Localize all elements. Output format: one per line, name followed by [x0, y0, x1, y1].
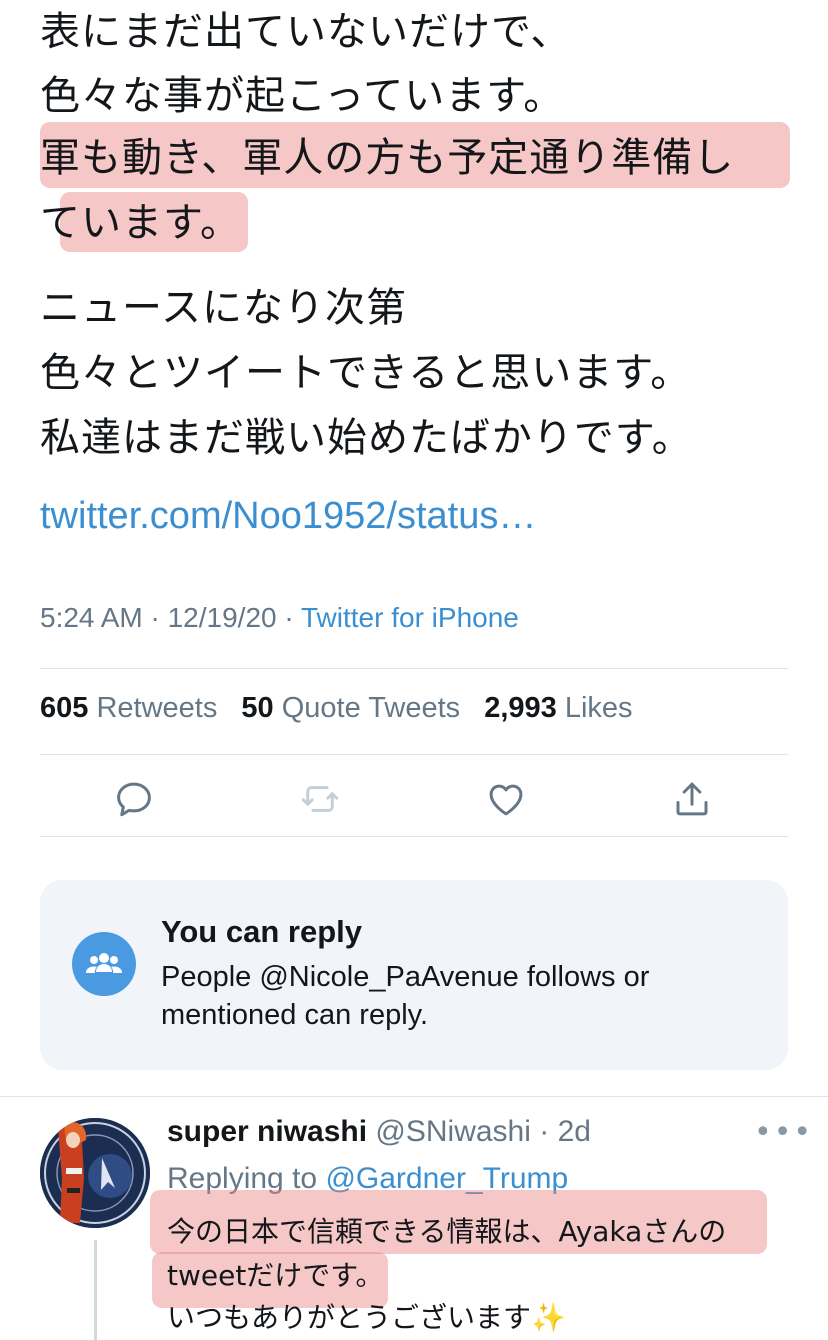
reply-notice-title: You can reply: [161, 914, 362, 949]
reply-notice-body: People @Nicole_PaAvenue follows or menti…: [161, 961, 650, 1031]
heart-icon[interactable]: [485, 778, 527, 820]
reply-line: tweetだけです。: [167, 1259, 384, 1292]
tweet-link[interactable]: twitter.com/Noo1952/status…: [40, 495, 536, 538]
people-icon: [72, 932, 136, 996]
tweet-line: ています。: [40, 200, 241, 246]
reply-separator: ·: [530, 1115, 558, 1148]
tweet-meta: 5:24 AM · 12/19/20 · Twitter for iPhone: [40, 602, 519, 634]
likes-stat[interactable]: 2,993 Likes: [484, 692, 632, 724]
tweet-line: 色々な事が起こっています。: [40, 73, 565, 119]
tweet-line: 色々とツイートできると思います。: [40, 350, 692, 396]
divider: [0, 1096, 828, 1097]
reply-notice-card: You can reply People @Nicole_PaAvenue fo…: [40, 880, 788, 1070]
reply-age: 2d: [557, 1115, 591, 1148]
comment-icon[interactable]: [113, 778, 155, 820]
share-icon[interactable]: [671, 778, 713, 820]
tweet-time: 5:24 AM · 12/19/20 ·: [40, 602, 301, 633]
tweet-line: ニュースになり次第: [40, 285, 407, 331]
more-icon[interactable]: •••: [754, 1115, 813, 1150]
reply-author-name[interactable]: super niwashi: [167, 1115, 367, 1148]
reply-line: いつもありがとうございます✨: [167, 1301, 566, 1334]
divider: [40, 754, 788, 755]
tweet-actions: [0, 778, 828, 824]
tweet-line: 表にまだ出ていないだけで、: [40, 9, 572, 55]
reply-author-handle[interactable]: @SNiwashi: [375, 1115, 531, 1148]
reply-line: 今の日本で信頼できる情報は、Ayakaさんの: [167, 1215, 727, 1248]
tweet-stats: 605 Retweets 50 Quote Tweets 2,993 Likes: [40, 692, 633, 725]
quotes-stat[interactable]: 50 Quote Tweets: [241, 692, 460, 724]
thread-line: [94, 1240, 97, 1340]
divider: [40, 836, 788, 837]
tweet-line: 軍も動き、軍人の方も予定通り準備し: [40, 135, 735, 181]
retweets-stat[interactable]: 605 Retweets: [40, 692, 217, 724]
avatar[interactable]: [40, 1118, 150, 1228]
reply-header: super niwashi @SNiwashi · 2d: [167, 1115, 591, 1149]
retweet-icon: [299, 778, 341, 820]
divider: [40, 668, 788, 669]
tweet-source[interactable]: Twitter for iPhone: [301, 602, 519, 633]
sparkles-icon: ✨: [531, 1301, 566, 1334]
tweet-line: 私達はまだ戦い始めたばかりです。: [40, 415, 693, 461]
